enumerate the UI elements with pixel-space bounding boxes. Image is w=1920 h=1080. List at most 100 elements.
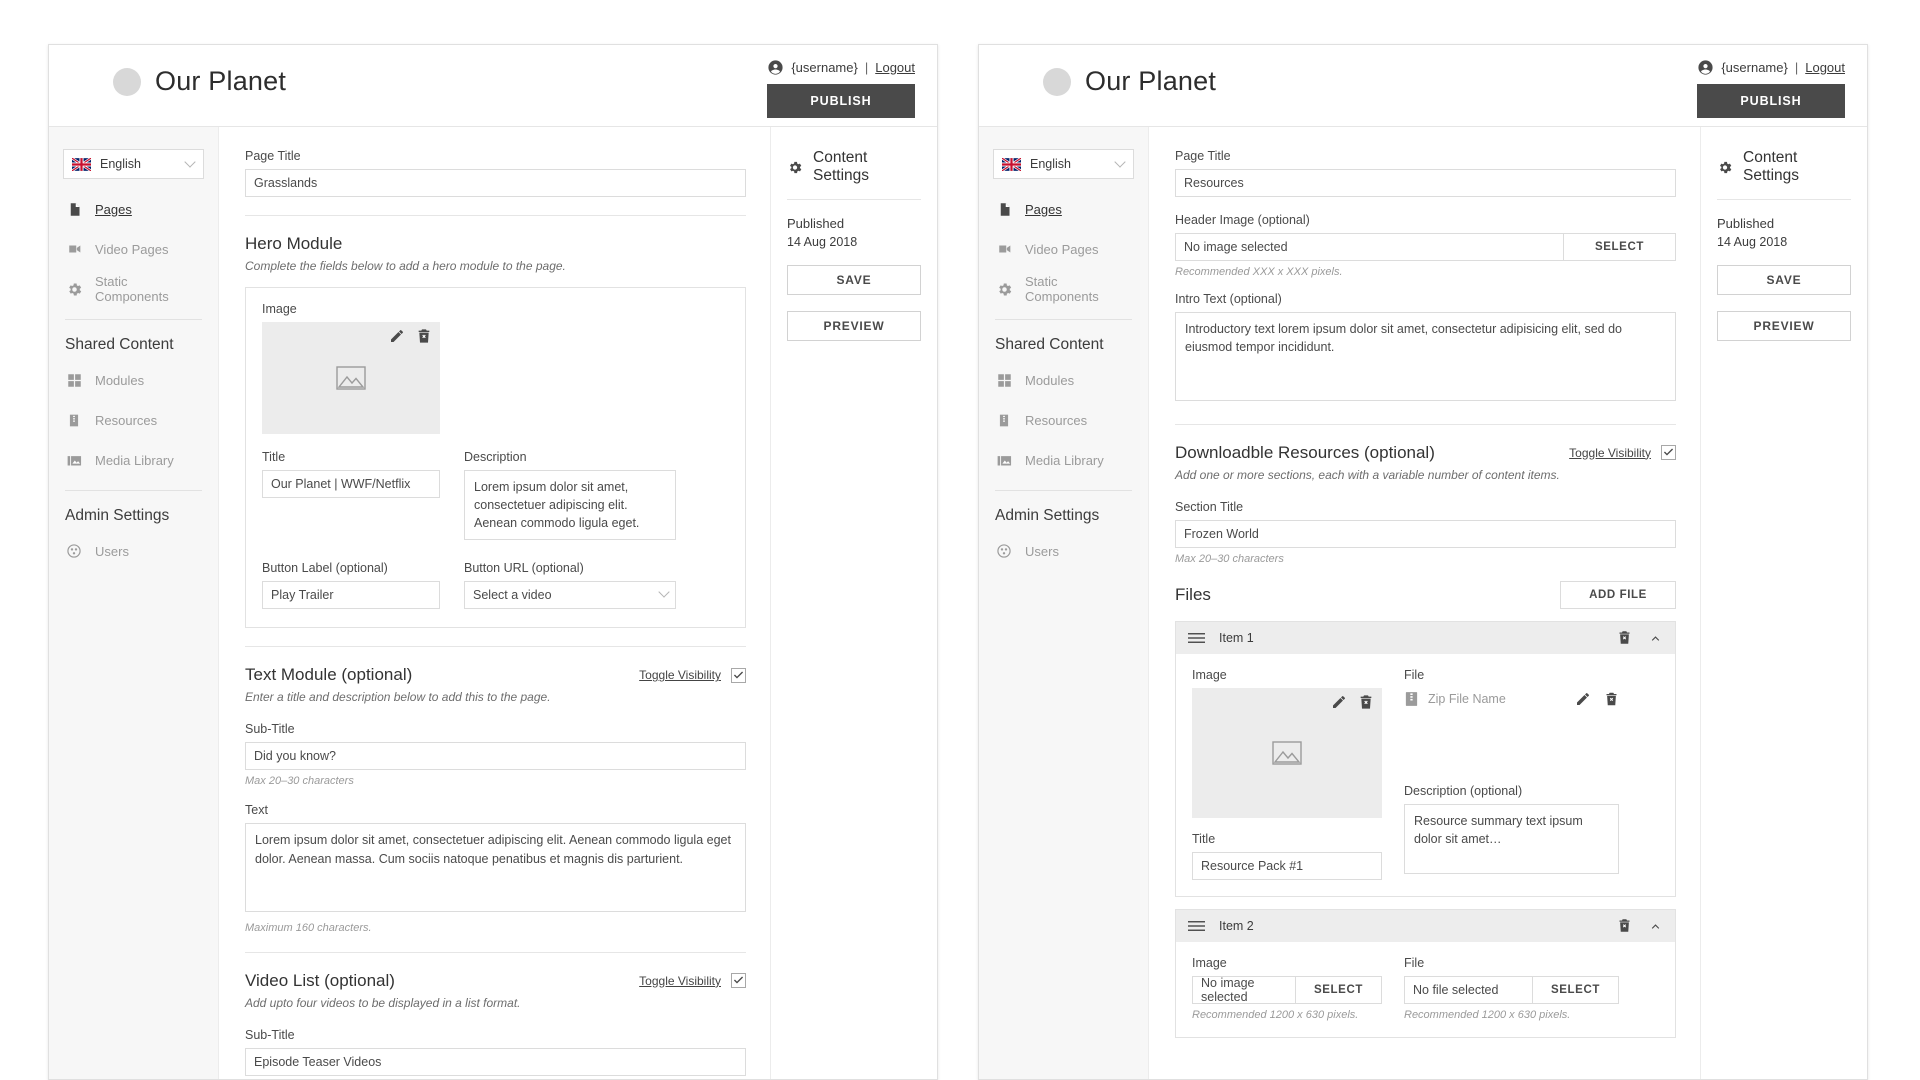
sidebar-item-modules[interactable]: Modules: [993, 360, 1134, 400]
hero-button-url-select[interactable]: [464, 581, 676, 610]
hero-button-url-value[interactable]: [464, 581, 676, 610]
content-settings-header: Content Settings: [787, 149, 921, 185]
check-icon: [732, 669, 745, 682]
sidebar-item-video-pages[interactable]: Video Pages: [63, 229, 204, 269]
text-module-text-label: Text: [245, 803, 268, 818]
image-placeholder-icon: [336, 366, 366, 390]
downloadable-toggle-visibility[interactable]: Toggle Visibility: [1569, 445, 1676, 460]
toggle-visibility-checkbox[interactable]: [731, 973, 746, 989]
sidebar-item-media-library[interactable]: Media Library: [63, 440, 204, 480]
edit-icon[interactable]: [1575, 691, 1591, 707]
page-title-input[interactable]: [1175, 169, 1676, 197]
section-title-input[interactable]: [1175, 519, 1676, 548]
item-title-input[interactable]: [1192, 851, 1382, 880]
save-button[interactable]: SAVE: [787, 265, 921, 295]
sidebar-heading-shared: Shared Content: [65, 336, 174, 353]
page-title-input[interactable]: [245, 169, 746, 197]
toggle-visibility-label[interactable]: Toggle Visibility: [639, 974, 721, 988]
hero-title-description-row: Title Description Lorem ipsum dolor sit …: [262, 450, 729, 545]
preview-button[interactable]: PREVIEW: [787, 311, 921, 341]
header-image-hint: Recommended XXX x XXX pixels.: [1175, 266, 1343, 278]
logout-link[interactable]: Logout: [1805, 60, 1845, 75]
separator: |: [864, 60, 869, 75]
toggle-visibility-checkbox[interactable]: [1661, 445, 1676, 460]
delete-icon[interactable]: [1617, 630, 1632, 645]
edit-icon[interactable]: [1331, 694, 1347, 710]
item-image-actions: [1331, 694, 1374, 710]
sidebar-item-users[interactable]: Users: [993, 531, 1134, 571]
sidebar-item-modules[interactable]: Modules: [63, 360, 204, 400]
preview-button[interactable]: PREVIEW: [1717, 311, 1851, 341]
media-library-icon: [995, 451, 1013, 469]
downloadable-resources-heading: Downloadble Resources (optional): [1175, 442, 1435, 462]
sidebar-item-pages[interactable]: Pages: [993, 189, 1134, 229]
file-item-name: Item 2: [1219, 918, 1254, 933]
text-module-subtitle-hint: Max 20–30 characters: [245, 775, 354, 788]
publish-button[interactable]: PUBLISH: [1697, 84, 1845, 118]
file-item-header[interactable]: Item 2: [1176, 909, 1675, 942]
chevron-up-icon[interactable]: [1648, 632, 1663, 644]
language-select[interactable]: English: [993, 149, 1134, 179]
file-item-header[interactable]: Item 1: [1176, 621, 1675, 654]
sidebar-item-static-components[interactable]: Static Components: [993, 269, 1134, 309]
language-select[interactable]: English: [63, 149, 204, 179]
video-list-header: Video List (optional) Toggle Visibility: [245, 971, 746, 991]
toggle-visibility-label[interactable]: Toggle Visibility: [639, 668, 721, 682]
item-image-select-button[interactable]: SELECT: [1295, 976, 1381, 1003]
item-image-label: Image: [1192, 955, 1227, 970]
publish-button[interactable]: PUBLISH: [767, 84, 915, 118]
sidebar-item-users[interactable]: Users: [63, 531, 204, 571]
delete-icon[interactable]: [416, 328, 432, 344]
publish-status-label: Published: [1717, 216, 1775, 231]
sidebar-item-video-pages[interactable]: Video Pages: [993, 229, 1134, 269]
header-image-select-button[interactable]: SELECT: [1563, 234, 1675, 260]
intro-text-textarea[interactable]: Introductory text lorem ipsum dolor sit …: [1175, 312, 1676, 401]
brand-logo-icon: [113, 67, 141, 96]
sidebar-item-label: Users: [95, 543, 129, 559]
save-button[interactable]: SAVE: [1717, 265, 1851, 295]
sidebar-item-pages[interactable]: Pages: [63, 189, 204, 229]
chevron-down-icon: [659, 592, 668, 597]
username-label: {username}: [1721, 60, 1788, 75]
video-list-toggle-visibility[interactable]: Toggle Visibility: [639, 973, 746, 989]
users-icon: [65, 542, 83, 560]
delete-icon[interactable]: [1358, 694, 1374, 710]
drag-handle-icon[interactable]: [1188, 920, 1205, 932]
text-module-subtitle-input[interactable]: [245, 742, 746, 771]
item-file-value: No file selected: [1413, 982, 1499, 997]
item-file-select-button[interactable]: SELECT: [1532, 976, 1618, 1003]
text-module-heading: Text Module (optional): [245, 665, 413, 685]
text-module-subtitle-label: Sub-Title: [245, 722, 295, 737]
toggle-visibility-label[interactable]: Toggle Visibility: [1569, 446, 1651, 460]
sidebar-item-resources[interactable]: Resources: [63, 400, 204, 440]
publish-status-label: Published: [787, 216, 845, 231]
item-description-textarea[interactable]: Resource summary text ipsum dolor sit am…: [1404, 803, 1619, 874]
hero-button-label-label: Button Label (optional): [262, 561, 388, 576]
hero-title-input[interactable]: [262, 470, 440, 498]
edit-icon[interactable]: [389, 328, 405, 344]
sidebar-divider: [65, 490, 202, 491]
toggle-visibility-checkbox[interactable]: [731, 667, 746, 683]
video-icon: [65, 240, 83, 258]
sidebar-item-media-library[interactable]: Media Library: [993, 440, 1134, 480]
chevron-up-icon[interactable]: [1648, 920, 1663, 932]
check-icon: [732, 974, 745, 987]
delete-icon[interactable]: [1604, 691, 1619, 707]
add-file-button[interactable]: ADD FILE: [1560, 580, 1676, 609]
item-image-picker: No image selected SELECT: [1192, 975, 1382, 1004]
logout-link[interactable]: Logout: [875, 60, 915, 75]
sidebar-item-static-components[interactable]: Static Components: [63, 269, 204, 309]
item-description-label: Description (optional): [1404, 783, 1523, 798]
item-file-name: Zip File Name: [1428, 691, 1506, 706]
delete-icon[interactable]: [1617, 918, 1632, 933]
video-list-subtitle-input[interactable]: [245, 1047, 746, 1076]
drag-handle-icon[interactable]: [1188, 632, 1205, 644]
sidebar-item-resources[interactable]: Resources: [993, 400, 1134, 440]
content-settings-header: Content Settings: [1717, 149, 1851, 185]
hero-description-textarea[interactable]: Lorem ipsum dolor sit amet, consectetuer…: [464, 470, 676, 541]
hero-button-label-input[interactable]: [262, 581, 440, 610]
text-module-toggle-visibility[interactable]: Toggle Visibility: [639, 667, 746, 683]
hero-image-actions: [389, 328, 432, 344]
text-module-text-textarea[interactable]: Lorem ipsum dolor sit amet, consectetuer…: [245, 823, 746, 912]
page-icon: [995, 200, 1013, 218]
